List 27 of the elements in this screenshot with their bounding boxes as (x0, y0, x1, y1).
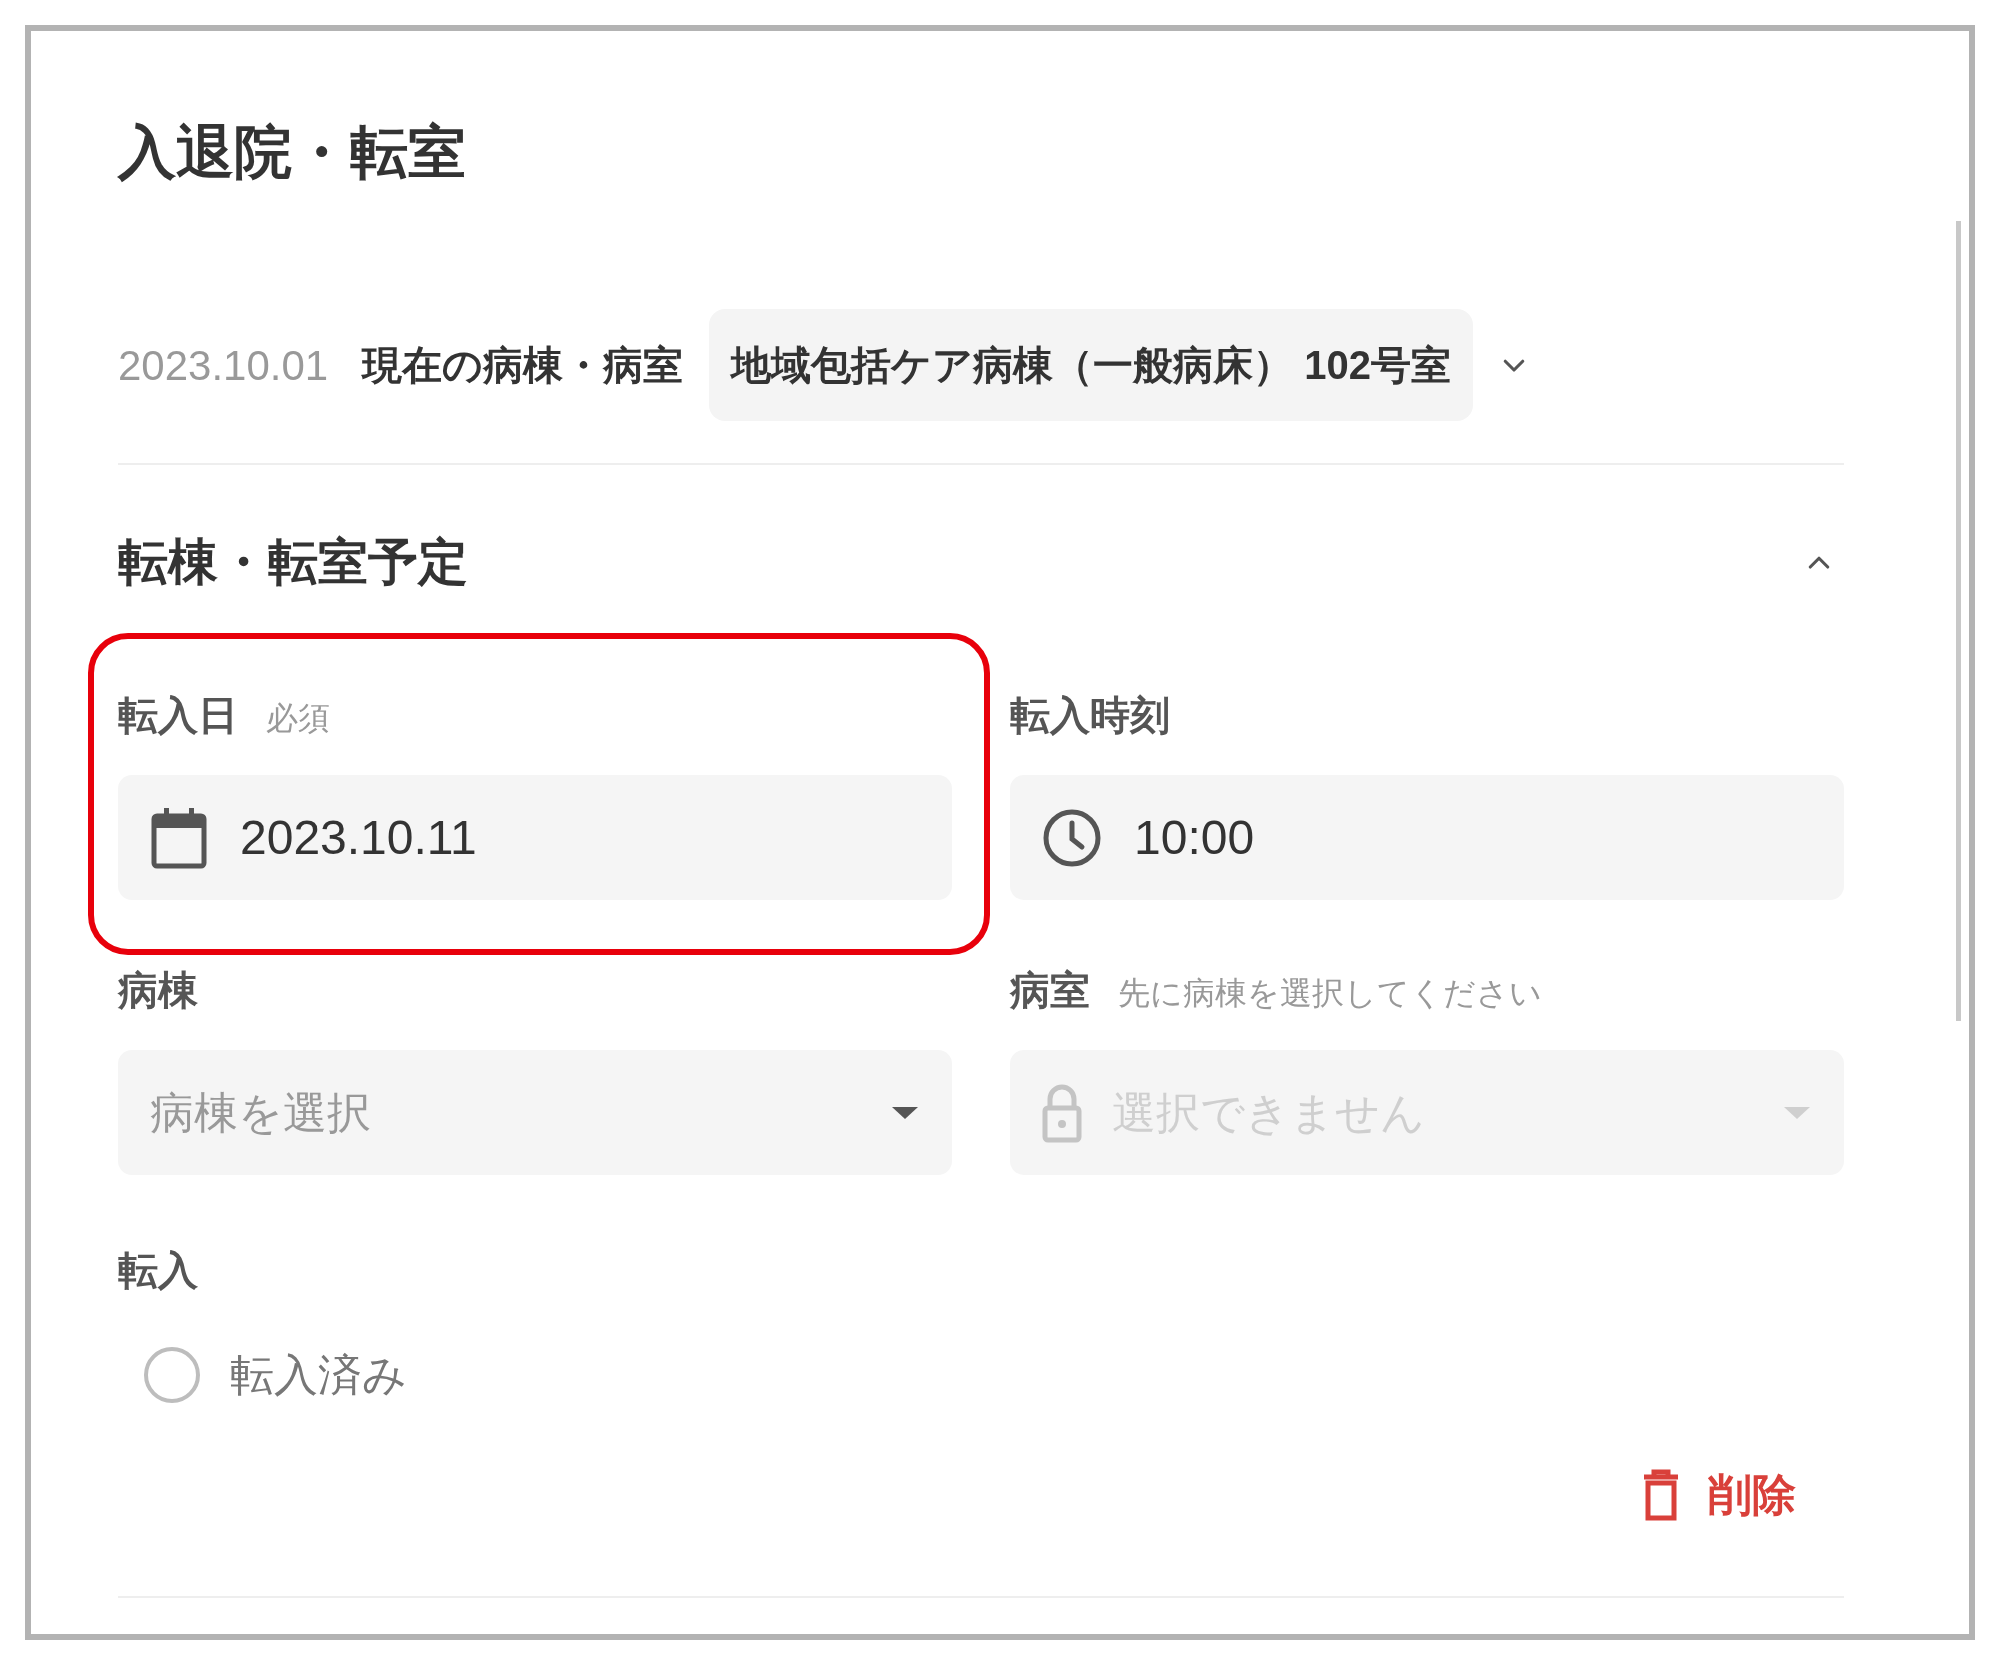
date-value: 2023.10.11 (240, 809, 477, 866)
dropdown-arrow-icon (1782, 1104, 1812, 1121)
radio-button[interactable] (144, 1347, 200, 1403)
page-title: 入退院・転室 (118, 123, 467, 181)
field-label: 病室 (1010, 970, 1090, 1010)
select-placeholder: 病棟を選択 (150, 1086, 372, 1139)
time-field[interactable]: 10:00 (1010, 775, 1844, 900)
field-hint: 先に病棟を選択してください (1118, 977, 1542, 1009)
select-field[interactable]: 病棟を選択 (118, 1050, 952, 1175)
current-ward-label: 現在の病棟・病室 (362, 342, 684, 389)
field-label: 転入日 (118, 695, 238, 735)
radio-option[interactable]: 転入済み (144, 1342, 1844, 1408)
current-date: 2023.10.01 (118, 340, 329, 391)
trash-icon (1642, 1469, 1680, 1521)
current-ward-value: 地域包括ケア病棟（一般病床） 102号室 (709, 309, 1474, 421)
section-title: 転棟・転室予定 (118, 537, 468, 587)
calendar-icon (150, 805, 208, 870)
dropdown-arrow-icon (890, 1104, 920, 1121)
delete-button[interactable]: 削除 (1634, 1456, 1804, 1534)
field-hint: 必須 (266, 702, 330, 734)
time-value: 10:00 (1134, 809, 1255, 866)
lock-icon (1042, 1082, 1082, 1143)
field-label: 病棟 (118, 970, 198, 1010)
clock-icon (1042, 807, 1102, 868)
field-label: 転入時刻 (1010, 695, 1170, 735)
group-label: 転入 (118, 1250, 199, 1290)
date-field[interactable]: 2023.10.11 (118, 775, 952, 900)
